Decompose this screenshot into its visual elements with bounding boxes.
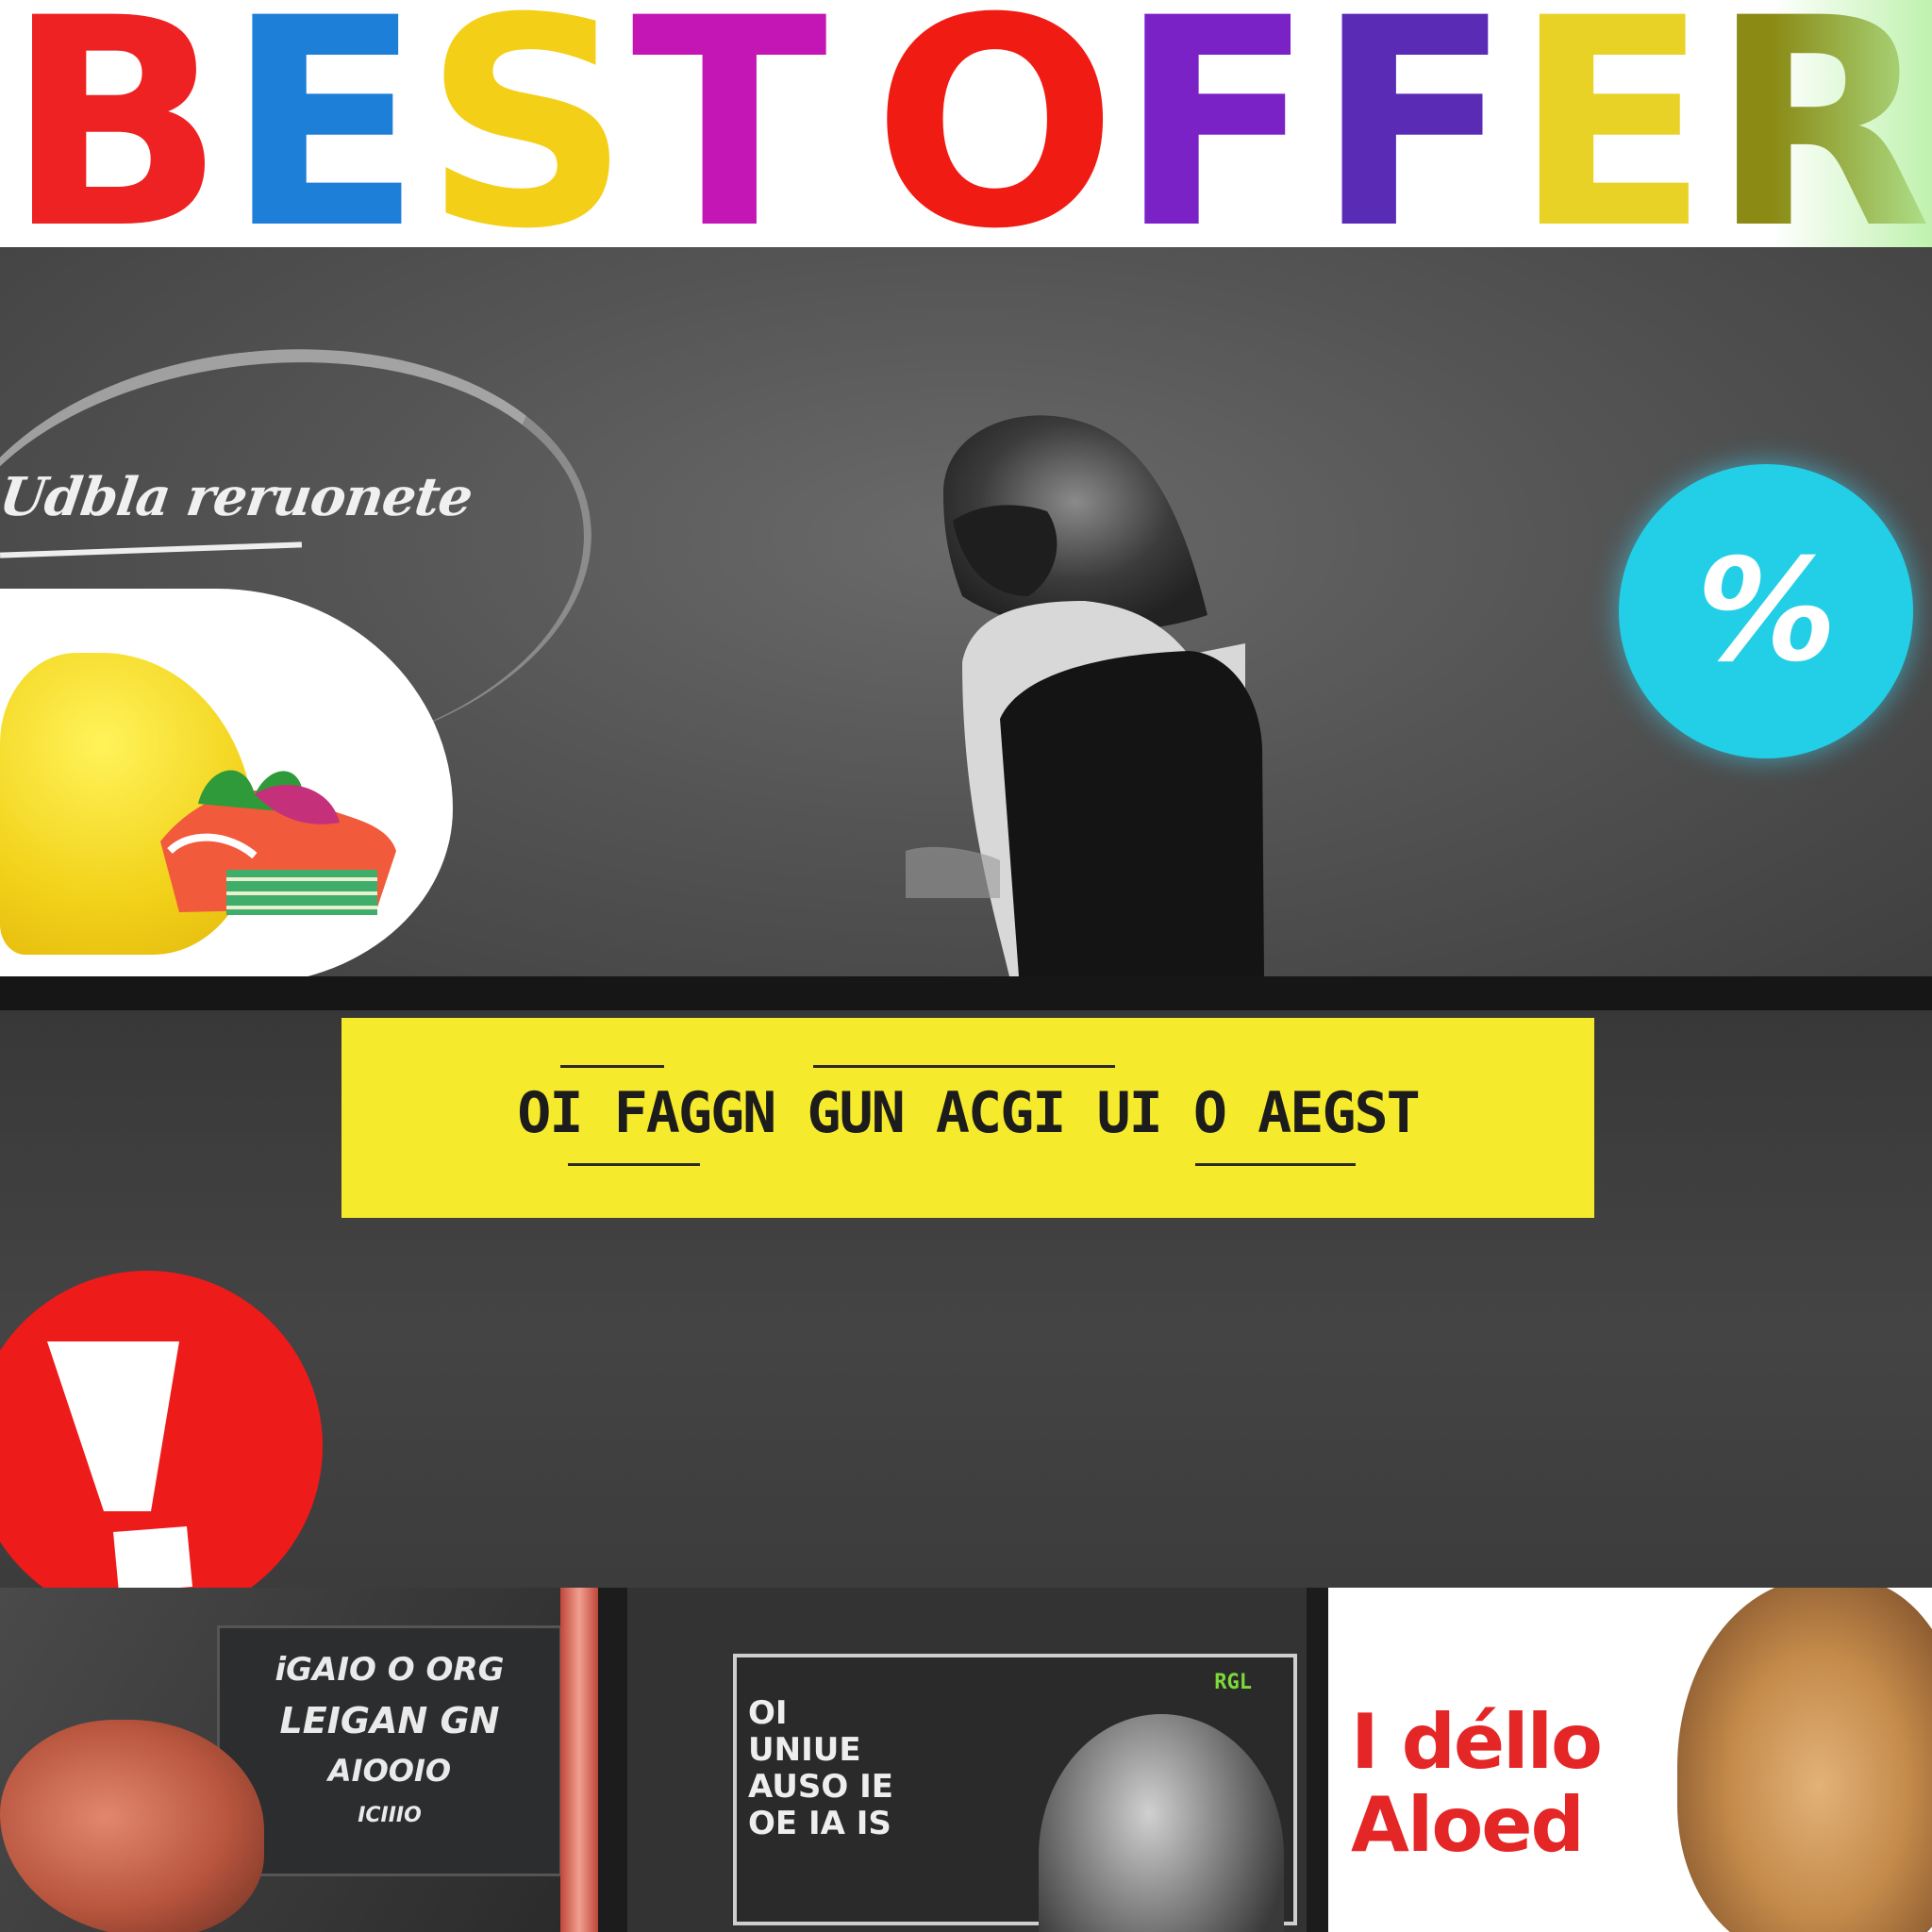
poster-text-line: I déllo xyxy=(1351,1698,1603,1786)
banner-rule xyxy=(568,1163,700,1166)
middle-panel: OI FAGGN GUN ACGI UI O AEGST xyxy=(0,1010,1932,1588)
alert-badge xyxy=(0,1271,323,1588)
title-letter: B xyxy=(6,0,225,247)
poster-text: I déllo Aloed xyxy=(1351,1701,1690,1867)
hand-photo xyxy=(0,1720,264,1932)
exclamation-icon xyxy=(47,1341,192,1588)
title-letter: S xyxy=(423,0,631,247)
title-letter: F xyxy=(1118,0,1314,247)
hair-photo xyxy=(1677,1588,1932,1932)
section-divider xyxy=(0,976,1932,1010)
screen-text-line: OE IA IS xyxy=(748,1805,891,1843)
screen-text: OI UNIUE AUSO IE OE IA IS xyxy=(748,1694,908,1843)
title-letter: E xyxy=(1512,0,1709,247)
banner-rule xyxy=(813,1065,1115,1068)
screen-text-line: OI UNIUE xyxy=(748,1694,861,1770)
percent-badge: % xyxy=(1619,464,1913,758)
title-headline: B E S T O F F E R xyxy=(0,0,1932,247)
title-letter: O xyxy=(873,0,1117,247)
chalkboard: iGAIO O ORG LEIGAN GN AIOOIO ICIIIO xyxy=(217,1625,562,1876)
banner-rule xyxy=(560,1065,664,1068)
chalkboard-tile: iGAIO O ORG LEIGAN GN AIOOIO ICIIIO xyxy=(0,1588,585,1932)
poster-text-line: Aloed xyxy=(1351,1781,1585,1869)
monitor-screen: OI UNIUE AUSO IE OE IA IS RGL xyxy=(733,1654,1297,1932)
woman-photo xyxy=(906,415,1264,976)
screen-text-line: AUSO IE xyxy=(748,1768,893,1807)
red-edge-strip xyxy=(560,1588,598,1932)
percent-icon: % xyxy=(1680,529,1852,693)
hero-panel: Udbla reruonete % xyxy=(0,247,1932,976)
title-letter: F xyxy=(1315,0,1512,247)
banner-text: OI FAGGN GUN ACGI UI O AEGST xyxy=(517,1080,1420,1146)
hero-script-text: Udbla reruonete xyxy=(0,466,476,528)
person-photo xyxy=(1039,1714,1284,1932)
chalk-text: AIOOIO xyxy=(327,1753,452,1789)
chalk-text: LEIGAN GN xyxy=(279,1700,500,1741)
monitor-tile: OI UNIUE AUSO IE OE IA IS RGL xyxy=(627,1588,1307,1932)
bottom-strip: iGAIO O ORG LEIGAN GN AIOOIO ICIIIO OI U… xyxy=(0,1588,1932,1932)
title-letter: R xyxy=(1710,0,1932,247)
banner-rule xyxy=(1195,1163,1356,1166)
offer-banner: OI FAGGN GUN ACGI UI O AEGST xyxy=(341,1018,1594,1218)
title-letter: T xyxy=(631,0,827,247)
title-banner: B E S T O F F E R xyxy=(0,0,1932,247)
screen-tag: RGL xyxy=(1214,1671,1252,1694)
produce-basket-icon xyxy=(160,770,396,915)
chalk-text: ICIIIO xyxy=(358,1804,422,1827)
title-letter: E xyxy=(225,0,422,247)
poster-tile: I déllo Aloed xyxy=(1328,1588,1932,1932)
chalk-text: iGAIO O ORG xyxy=(275,1651,505,1689)
